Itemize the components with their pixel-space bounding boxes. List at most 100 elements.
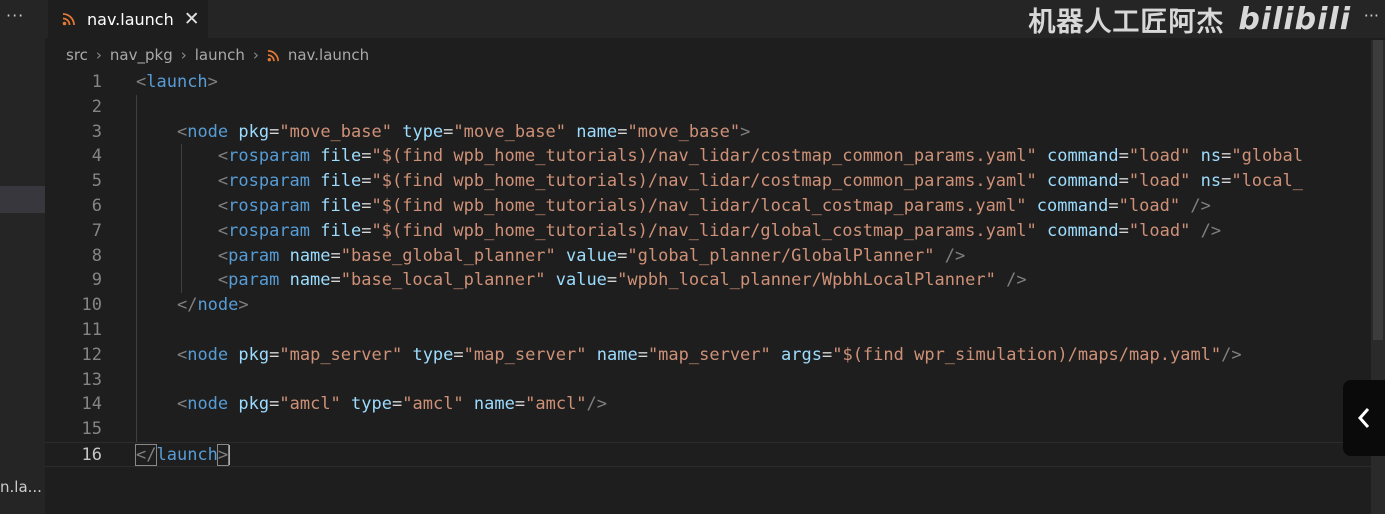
code-text: <rosparam file="$(find wpb_home_tutorial… [136,219,1221,244]
code-token: type [402,121,444,142]
line-number: 9 [91,270,102,291]
breadcrumb-item-nav-pkg[interactable]: nav_pkg [110,46,173,64]
code-line[interactable]: 3 <node pkg="move_base" type="move_base"… [45,120,1385,145]
breadcrumb-item-file[interactable]: nav.launch [288,46,369,64]
code-token: = [514,394,526,415]
code-text: </launch> [134,443,231,468]
code-token: rosparam [228,171,311,192]
code-line[interactable]: 5 <rosparam file="$(find wpb_home_tutori… [45,169,1385,194]
code-line[interactable]: 13 [45,368,1385,393]
line-number: 7 [91,220,102,241]
code-token: ns [1200,171,1222,192]
breadcrumb-item-src[interactable]: src [66,46,88,64]
explorer-file-item[interactable]: n.la... [0,478,42,496]
code-token: < [176,121,188,142]
code-token: = [821,344,833,365]
line-number: 5 [91,171,102,192]
code-line[interactable]: 6 <rosparam file="$(find wpb_home_tutori… [45,194,1385,219]
code-token: name [289,270,331,291]
code-line[interactable]: 14 <node pkg="amcl" type="amcl" name="am… [45,392,1385,417]
close-icon[interactable]: ✕ [184,8,200,30]
tab-label: nav.launch [87,9,174,29]
code-token: name [473,394,515,415]
code-token: "load" [1128,220,1191,241]
code-token: = [1118,171,1129,192]
video-watermark: 机器人工匠阿杰 bilibili [1028,0,1351,38]
code-line[interactable]: 8 <param name="base_global_planner" valu… [45,244,1385,269]
more-actions-button[interactable]: ··· [1364,6,1379,25]
code-token: "wpbh_local_planner/WpbhLocalPlanner" [617,270,996,291]
code-token: args [781,344,822,365]
code-line[interactable]: 15 [45,417,1385,442]
code-token: param [228,245,280,266]
code-token: command [1047,220,1119,241]
code-token: /> [944,245,966,266]
tab-nav-launch[interactable]: nav.launch ✕ [48,0,208,38]
bilibili-logo: bilibili [1238,1,1351,37]
code-text: <rosparam file="$(find wpb_home_tutorial… [136,169,1303,194]
code-token: = [1108,196,1119,216]
explorer-selected-item[interactable] [0,186,45,213]
code-token: node [197,295,239,316]
breadcrumb-item-launch[interactable]: launch [195,46,245,64]
code-token: > [238,295,249,316]
code-line[interactable]: 10 </node> [45,293,1385,318]
code-editor[interactable]: 1 <launch> 2 3 <node pkg="move_base" type="… [45,70,1385,514]
code-token: </ [134,444,158,466]
explorer-sidebar: ··· n.la... [0,0,45,514]
text-cursor [228,445,231,465]
code-token: = [392,394,403,415]
code-token: < [176,344,188,365]
code-line[interactable]: 2 [45,95,1385,120]
code-token: "base_local_planner" [340,270,546,291]
collapse-panel-button[interactable] [1343,380,1385,456]
code-token: < [217,171,229,192]
code-line[interactable]: 11 [45,318,1385,343]
line-number: 8 [91,245,102,266]
code-text: <launch> [136,70,218,95]
rss-file-icon [267,49,279,61]
code-line[interactable]: 16 </launch> [45,442,1385,467]
code-token: < [217,220,229,241]
code-token: "map_server" [647,344,771,365]
scrollbar-thumb[interactable] [1373,40,1383,340]
code-token: < [217,146,229,167]
code-line[interactable]: 4 <rosparam file="$(find wpb_home_tutori… [45,144,1385,169]
line-number: 1 [91,72,102,92]
code-token: = [269,394,280,415]
code-token: "$(find wpb_home_tutorials)/nav_lidar/co… [371,171,1037,192]
code-token: type [412,344,454,365]
tab-bar: nav.launch ✕ 机器人工匠阿杰 bilibili ··· [45,0,1385,38]
code-line[interactable]: 9 <param name="base_local_planner" value… [45,268,1385,293]
code-line[interactable]: 12 <node pkg="map_server" type="map_serv… [45,343,1385,368]
code-token: = [330,270,341,291]
code-token: file [320,196,362,216]
watermark-text: 机器人工匠阿杰 [1028,6,1225,38]
rss-file-icon [62,13,75,26]
explorer-more-button[interactable]: ··· [6,6,24,25]
line-number: 11 [81,320,102,340]
code-token: "local_ [1231,171,1303,192]
code-token: = [617,245,628,266]
code-line[interactable]: 1 <launch> [45,70,1385,95]
code-token: name [576,121,618,142]
code-token: "amcl" [402,394,464,415]
code-token: /> [1190,196,1211,216]
code-token: = [361,196,372,216]
code-line[interactable]: 7 <rosparam file="$(find wpb_home_tutori… [45,219,1385,244]
code-token: "base_global_planner" [340,245,556,266]
